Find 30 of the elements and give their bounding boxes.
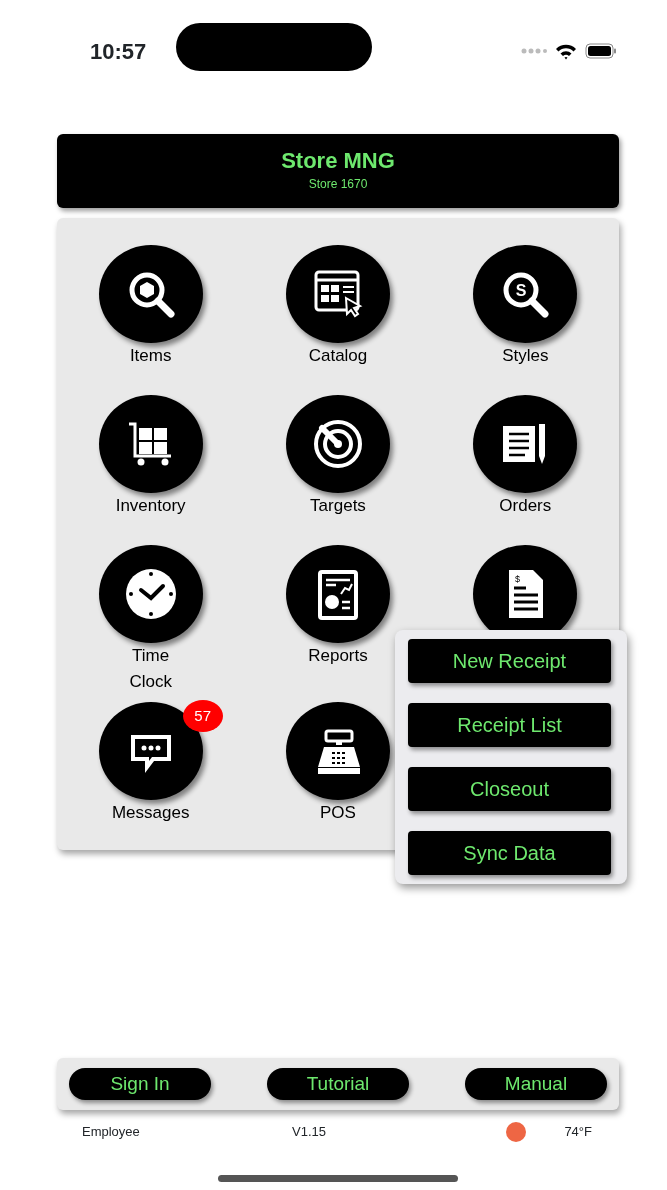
pill-button[interactable]: Manual: [465, 1068, 607, 1100]
clock-time: 10:57: [90, 37, 147, 66]
wifi-icon: [555, 42, 577, 60]
menu-option[interactable]: Receipt List: [408, 703, 611, 747]
battery-icon: [585, 43, 617, 59]
receipt-document-icon: [509, 570, 544, 618]
unread-count-badge: 57: [182, 700, 223, 732]
hand-truck-boxes-icon: [128, 422, 171, 466]
menu-option[interactable]: Sync Data: [408, 831, 611, 875]
chat-bubble-icon: [130, 735, 171, 773]
catalog-window-icon: [314, 270, 363, 318]
notepad-pen-icon: [503, 424, 546, 464]
cash-register-icon: [318, 729, 360, 774]
magnifier-dollar-icon: [503, 272, 549, 318]
app-title: Store MNG: [280, 148, 396, 174]
pill-button[interactable]: Sign In: [69, 1068, 211, 1100]
target-dart-icon: [314, 420, 362, 468]
version-text: V1.15: [292, 1123, 326, 1142]
store-name: Store 1670: [307, 176, 369, 193]
dollar-sign-mark: $: [515, 574, 521, 584]
temperature-text: 74°F: [564, 1123, 592, 1142]
signal-icon: [521, 48, 547, 54]
dollar-letter-mark: S: [516, 282, 527, 299]
clock-icon: [125, 569, 176, 619]
pill-button[interactable]: Tutorial: [267, 1068, 409, 1100]
user-role: Employee: [82, 1123, 141, 1142]
clipboard-chart-icon: [318, 570, 358, 620]
menu-option[interactable]: New Receipt: [408, 639, 611, 683]
menu-option[interactable]: Closeout: [408, 767, 611, 811]
magnifier-box-icon: [129, 272, 175, 318]
